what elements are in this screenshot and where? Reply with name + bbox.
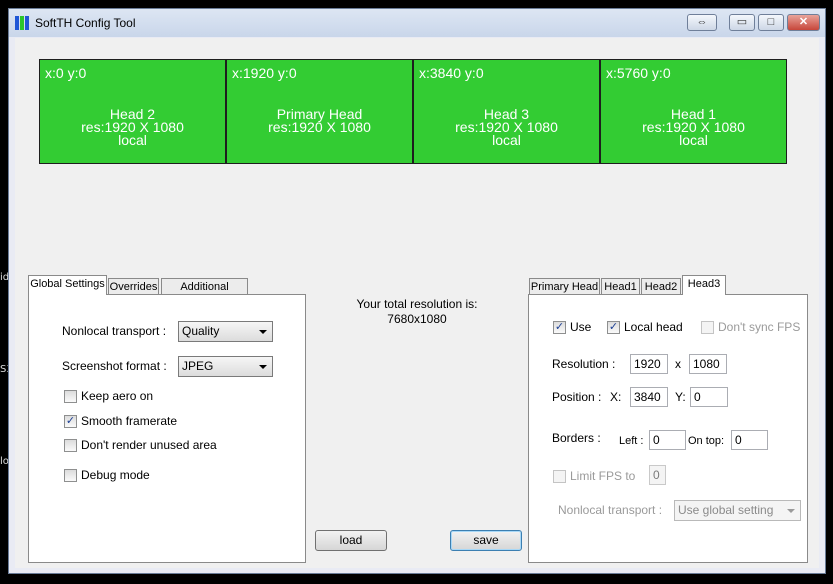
screenshot-format-select[interactable]: JPEG	[178, 356, 273, 377]
head-box-head2[interactable]: x:0 y:0 Head 2 res:1920 X 1080 local	[39, 59, 226, 164]
head3-panel: ✓ Use ✓ Local head Don't sync FPS Resolu…	[528, 294, 808, 563]
resolution-height-input[interactable]: 1080	[689, 354, 727, 374]
tab-head2[interactable]: Head2	[641, 278, 681, 295]
window-title: SoftTH Config Tool	[35, 16, 136, 30]
load-button[interactable]: load	[315, 530, 387, 551]
position-x-label: X:	[610, 390, 622, 404]
head-mode: local	[679, 132, 708, 148]
tab-overrides[interactable]: Overrides	[108, 278, 159, 295]
head-box-head3[interactable]: x:3840 y:0 Head 3 res:1920 X 1080 local	[413, 59, 600, 164]
resolution-x-label: x	[675, 357, 681, 371]
client-area: x:0 y:0 Head 2 res:1920 X 1080 local x:192…	[15, 38, 819, 568]
position-label: Position :	[552, 390, 602, 404]
maximize-button[interactable]: □	[758, 14, 784, 31]
use-label: Use	[570, 320, 592, 334]
total-resolution-label: Your total resolution is:	[356, 297, 478, 311]
head-position: x:5760 y:0	[606, 65, 671, 81]
save-button[interactable]: save	[450, 530, 522, 551]
resize-icon[interactable]: ⇔	[687, 14, 717, 31]
border-ontop-label: On top:	[688, 435, 725, 447]
head-box-primary[interactable]: x:1920 y:0 Primary Head res:1920 X 1080	[226, 59, 413, 164]
smooth-framerate-checkbox[interactable]: ✓	[64, 415, 77, 428]
chevron-down-icon	[259, 365, 267, 369]
limit-fps-checkbox[interactable]	[553, 470, 566, 483]
nonlocal-transport-label: Nonlocal transport :	[62, 324, 167, 338]
head-resolution: res:1920 X 1080	[268, 119, 371, 135]
chevron-down-icon	[259, 330, 267, 334]
keep-aero-checkbox[interactable]	[64, 390, 77, 403]
position-y-input[interactable]: 0	[690, 387, 728, 407]
dont-sync-fps-checkbox[interactable]	[701, 321, 714, 334]
tab-global-settings[interactable]: Global Settings	[28, 275, 107, 295]
tab-head1[interactable]: Head1	[601, 278, 640, 295]
borders-label: Borders :	[552, 431, 601, 445]
limit-fps-input[interactable]: 0	[649, 465, 666, 485]
border-left-input[interactable]: 0	[649, 430, 686, 450]
border-ontop-input[interactable]: 0	[731, 430, 768, 450]
head-box-head1[interactable]: x:5760 y:0 Head 1 res:1920 X 1080 local	[600, 59, 787, 164]
tab-primary-head[interactable]: Primary Head	[529, 278, 600, 295]
title-bar[interactable]: SoftTH Config Tool ⇔ ▭ □ ✕	[9, 9, 825, 37]
position-x-input[interactable]: 3840	[630, 387, 668, 407]
resolution-label: Resolution :	[552, 357, 616, 371]
select-value: Use global setting	[678, 503, 774, 517]
screenshot-format-label: Screenshot format :	[62, 359, 167, 373]
app-icon	[15, 16, 29, 30]
dont-render-unused-checkbox[interactable]	[64, 439, 77, 452]
dont-sync-fps-label: Don't sync FPS	[718, 320, 801, 334]
chevron-down-icon	[787, 509, 795, 513]
global-settings-panel: Nonlocal transport : Quality Screenshot …	[28, 294, 306, 563]
smooth-framerate-label: Smooth framerate	[81, 414, 178, 428]
config-window: SoftTH Config Tool ⇔ ▭ □ ✕ x:0 y:0 Head …	[8, 8, 826, 574]
head-mode: local	[118, 132, 147, 148]
select-value: JPEG	[182, 359, 214, 373]
head-position: x:0 y:0	[45, 65, 87, 81]
tab-additional-options[interactable]: Additional Options	[161, 278, 248, 309]
position-y-label: Y:	[675, 390, 686, 404]
tab-head3[interactable]: Head3	[682, 275, 726, 295]
nonlocal-transport-select[interactable]: Quality	[178, 321, 273, 342]
limit-fps-label: Limit FPS to	[570, 469, 636, 483]
border-left-label: Left :	[619, 435, 644, 447]
head-nonlocal-transport-label: Nonlocal transport :	[558, 503, 663, 517]
close-button[interactable]: ✕	[787, 14, 820, 31]
head-nonlocal-transport-select[interactable]: Use global setting	[674, 500, 801, 521]
head-mode: local	[492, 132, 521, 148]
resolution-width-input[interactable]: 1920	[630, 354, 668, 374]
use-checkbox[interactable]: ✓	[553, 321, 566, 334]
select-value: Quality	[182, 324, 220, 338]
head-position: x:3840 y:0	[419, 65, 484, 81]
local-head-checkbox[interactable]: ✓	[607, 321, 620, 334]
head-position: x:1920 y:0	[232, 65, 297, 81]
local-head-label: Local head	[624, 320, 683, 334]
dont-render-unused-label: Don't render unused area	[81, 438, 217, 452]
keep-aero-label: Keep aero on	[81, 389, 154, 403]
debug-mode-label: Debug mode	[81, 468, 150, 482]
debug-mode-checkbox[interactable]	[64, 469, 77, 482]
minimize-button[interactable]: ▭	[729, 14, 755, 31]
total-resolution-value: 7680x1080	[387, 312, 447, 326]
